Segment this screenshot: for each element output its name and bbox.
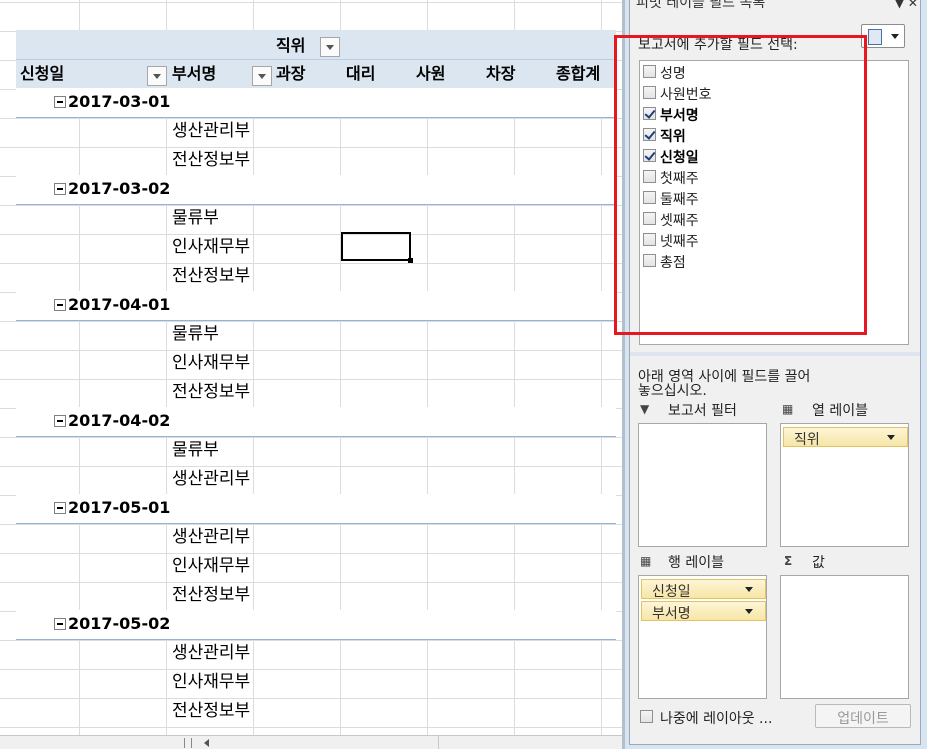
collapse-icon[interactable] (54, 299, 66, 311)
column-field-filter-button[interactable] (320, 37, 340, 57)
values-zone[interactable] (780, 575, 909, 699)
date-group-label: 2017-05-01 (68, 498, 171, 517)
dept-row-label: 생산관리부 (172, 527, 251, 547)
layout-options-button[interactable] (861, 24, 905, 48)
scroll-left-arrow-icon[interactable] (204, 739, 209, 747)
column-field-label: 직위 (276, 36, 306, 55)
column-labels-label: 열 레이블 (812, 403, 868, 419)
date-group-label: 2017-03-02 (68, 179, 171, 198)
sigma-icon: Σ (784, 554, 793, 568)
dept-row-label: 생산관리부 (172, 469, 251, 489)
drag-hint-line2: 놓으십시오. (638, 383, 707, 399)
report-filter-label: 보고서 필터 (668, 403, 737, 419)
chevron-down-icon[interactable] (745, 587, 753, 592)
date-group-row[interactable]: 2017-05-01 (16, 494, 616, 524)
column-header-grand-total: 종합계 (556, 64, 601, 83)
dept-row-label: 전산정보부 (172, 701, 251, 721)
row-field-chip[interactable]: 부서명 (641, 601, 766, 622)
date-group-row[interactable]: 2017-05-02 (16, 610, 616, 640)
active-cell-cursor[interactable] (341, 232, 413, 263)
dept-row-label: 생산관리부 (172, 643, 251, 663)
horizontal-scrollbar[interactable] (0, 735, 622, 749)
row-labels-label: 행 레이블 (668, 555, 724, 571)
row-field-chip[interactable]: 신청일 (641, 579, 766, 600)
defer-layout-label: 나중에 레이아웃 ... (660, 711, 773, 727)
dept-filter-button[interactable] (252, 66, 272, 86)
column-header: 대리 (346, 64, 376, 83)
chip-label: 부서명 (652, 606, 691, 622)
scroll-split-handle[interactable] (184, 738, 192, 748)
panel-splitter[interactable] (630, 352, 920, 356)
collapse-icon[interactable] (54, 618, 66, 630)
column-header: 차장 (486, 64, 516, 83)
dept-row-label: 전산정보부 (172, 266, 251, 286)
collapse-icon[interactable] (54, 96, 66, 108)
report-filter-zone[interactable] (638, 423, 767, 547)
filter-icon: ▼ (640, 402, 650, 416)
panel-menu-close-icons[interactable]: ▼ ✕ (895, 0, 918, 10)
chip-label: 직위 (794, 432, 820, 448)
dept-row-label: 전산정보부 (172, 585, 251, 605)
chip-label: 신청일 (652, 584, 691, 600)
pivot-header-divider (16, 30, 616, 60)
collapse-icon[interactable] (54, 415, 66, 427)
date-group-row[interactable]: 2017-03-01 (16, 88, 616, 118)
column-labels-icon: ▦ (782, 402, 794, 416)
dept-row-label: 인사재무부 (172, 672, 251, 692)
panel-title: 피벗 테이블 필드 목록 (636, 0, 766, 11)
column-labels-zone[interactable]: 직위 (780, 423, 909, 547)
dept-row-label: 인사재무부 (172, 237, 251, 257)
date-group-label: 2017-04-02 (68, 411, 171, 430)
chevron-down-icon[interactable] (745, 609, 753, 614)
row-labels-icon: ▦ (640, 554, 652, 568)
date-group-row[interactable]: 2017-03-02 (16, 175, 616, 205)
dept-row-label: 인사재무부 (172, 353, 251, 373)
spreadsheet-area[interactable]: 직위 신청일 부서명 과장 대리 사원 차장 종합계 2017-03-01 생산… (0, 0, 622, 749)
dept-row-label: 물류부 (172, 208, 219, 228)
dept-row-label: 전산정보부 (172, 150, 251, 170)
values-label: 값 (812, 555, 825, 571)
collapse-icon[interactable] (54, 502, 66, 514)
chevron-down-icon[interactable] (887, 435, 895, 440)
column-header: 사원 (416, 64, 446, 83)
chevron-down-icon (891, 34, 899, 39)
date-filter-button[interactable] (147, 66, 167, 86)
defer-layout-checkbox[interactable] (640, 710, 653, 723)
row-header-dept: 부서명 (172, 64, 217, 83)
scrollbar-divider (438, 736, 439, 749)
update-button[interactable]: 업데이트 (815, 704, 911, 728)
dept-row-label: 인사재무부 (172, 556, 251, 576)
date-group-label: 2017-03-01 (68, 92, 171, 111)
date-group-row[interactable]: 2017-04-02 (16, 407, 616, 437)
row-header-date: 신청일 (20, 64, 65, 83)
update-button-label: 업데이트 (837, 711, 889, 727)
collapse-icon[interactable] (54, 183, 66, 195)
dept-row-label: 생산관리부 (172, 121, 251, 141)
date-group-label: 2017-04-01 (68, 295, 171, 314)
column-header: 과장 (276, 64, 306, 83)
column-field-chip[interactable]: 직위 (783, 427, 908, 448)
date-group-label: 2017-05-02 (68, 614, 171, 633)
dept-row-label: 물류부 (172, 324, 219, 344)
dept-row-label: 물류부 (172, 440, 219, 460)
highlight-annotation-box (614, 35, 867, 335)
row-labels-zone[interactable]: 신청일 부서명 (638, 575, 767, 699)
date-group-row[interactable]: 2017-04-01 (16, 291, 616, 321)
dept-row-label: 전산정보부 (172, 382, 251, 402)
layout-icon (868, 29, 882, 45)
